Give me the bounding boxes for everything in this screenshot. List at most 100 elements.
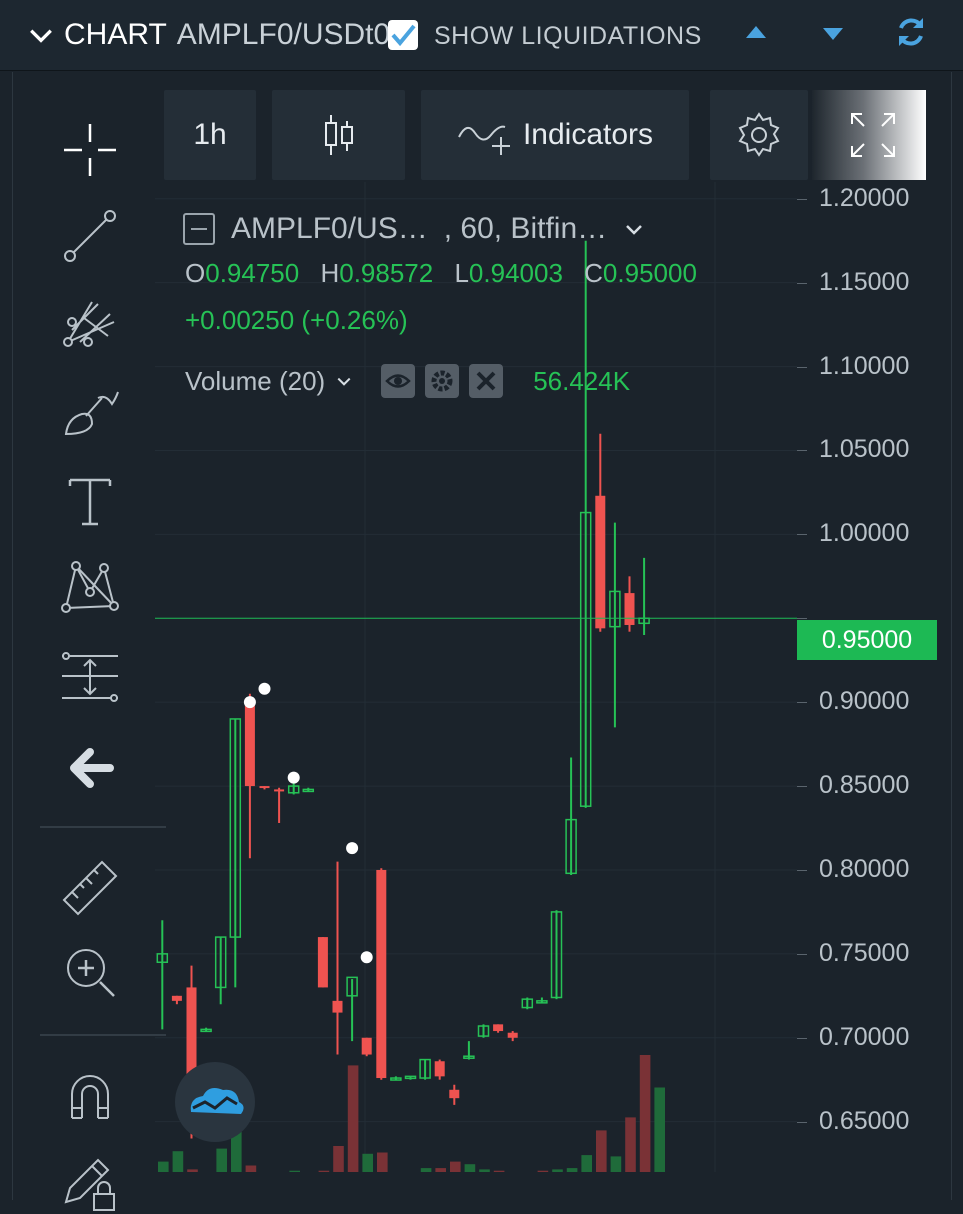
refresh-icon[interactable] bbox=[893, 14, 929, 50]
candle-body bbox=[244, 702, 255, 787]
fullscreen-button[interactable] bbox=[812, 90, 926, 180]
price-tick-label: 0.65000 bbox=[819, 1106, 910, 1135]
price-tick-label: 1.00000 bbox=[819, 519, 910, 548]
volume-bar bbox=[654, 1087, 665, 1172]
ruler-icon[interactable] bbox=[58, 854, 122, 918]
eye-icon[interactable] bbox=[381, 364, 416, 398]
low-label: L bbox=[454, 258, 469, 288]
pattern-icon[interactable] bbox=[58, 556, 122, 620]
open-label: O bbox=[185, 258, 206, 288]
move-up-icon[interactable] bbox=[746, 26, 766, 38]
indicators-button[interactable]: Indicators bbox=[421, 90, 689, 180]
series-legend[interactable]: AMPLF0/US… , 60, Bitfin… bbox=[183, 212, 645, 246]
candle-body bbox=[171, 995, 182, 1001]
show-liquidations-label: SHOW LIQUIDATIONS bbox=[434, 22, 702, 50]
price-tick-label: 1.15000 bbox=[819, 267, 910, 296]
volume-bar bbox=[552, 1169, 563, 1172]
price-tick-label: 1.05000 bbox=[819, 435, 910, 464]
volume-bar bbox=[377, 1152, 388, 1172]
chart-title[interactable]: CHART AMPLF0/USDt0 bbox=[28, 18, 390, 52]
volume-legend[interactable]: Volume (20) 56.424K bbox=[185, 364, 630, 398]
chart-title-label: CHART bbox=[64, 18, 167, 51]
volume-bar bbox=[625, 1117, 636, 1172]
volume-bar bbox=[216, 1148, 227, 1172]
chevron-down-icon[interactable] bbox=[623, 218, 645, 240]
candle-body bbox=[332, 1000, 343, 1013]
candle-body bbox=[595, 495, 606, 629]
trend-line-icon[interactable] bbox=[58, 204, 122, 268]
pencil-lock-icon[interactable] bbox=[58, 1150, 122, 1214]
price-tick-mark bbox=[797, 282, 807, 284]
volume-bar bbox=[158, 1161, 169, 1172]
check-icon bbox=[391, 24, 416, 47]
liquidation-marker bbox=[360, 951, 373, 964]
settings-button[interactable] bbox=[710, 90, 808, 180]
drawing-toolbar bbox=[14, 90, 166, 1211]
tradingview-logo[interactable] bbox=[175, 1062, 255, 1142]
volume-label: Volume (20) bbox=[185, 365, 326, 396]
high-label: H bbox=[320, 258, 340, 288]
price-tick-label: 0.70000 bbox=[819, 1022, 910, 1051]
zoom-in-icon[interactable] bbox=[58, 940, 122, 1004]
price-tick-mark bbox=[797, 953, 807, 955]
price-tick-mark bbox=[797, 198, 807, 200]
price-tick-label: 0.80000 bbox=[819, 854, 910, 883]
volume-bar bbox=[318, 1170, 330, 1172]
volume-bar bbox=[450, 1161, 461, 1172]
interval-label: 1h bbox=[193, 118, 227, 151]
price-tick-mark bbox=[797, 1121, 807, 1123]
price-tick-label: 0.75000 bbox=[819, 938, 910, 967]
fullscreen-icon bbox=[851, 113, 895, 157]
gear-icon[interactable] bbox=[425, 364, 460, 398]
volume-bar bbox=[172, 1151, 184, 1172]
volume-bar bbox=[347, 1065, 359, 1172]
candles-icon bbox=[324, 115, 353, 155]
tool-separator bbox=[40, 826, 166, 828]
volume-bar bbox=[464, 1164, 476, 1172]
price-tick-label: 1.20000 bbox=[819, 183, 910, 212]
candle-body bbox=[493, 1024, 504, 1032]
back-arrow-icon[interactable] bbox=[58, 736, 122, 800]
volume-bar bbox=[435, 1168, 446, 1172]
indicators-label: Indicators bbox=[522, 118, 654, 151]
settings-gear-icon bbox=[738, 112, 780, 157]
move-down-icon[interactable] bbox=[823, 28, 843, 40]
chevron-down-icon[interactable] bbox=[28, 22, 54, 48]
candle-body bbox=[434, 1061, 445, 1077]
price-tick-label: 1.10000 bbox=[819, 351, 910, 380]
collapse-legend-icon[interactable] bbox=[183, 213, 215, 245]
pitchfork-icon[interactable] bbox=[58, 292, 122, 356]
volume-bar bbox=[566, 1168, 578, 1172]
chevron-down-icon[interactable] bbox=[335, 372, 353, 390]
price-tick-mark bbox=[797, 786, 807, 788]
measure-arrows-icon[interactable] bbox=[58, 646, 122, 710]
chart-type-button[interactable] bbox=[272, 90, 405, 180]
show-liquidations-checkbox[interactable] bbox=[388, 20, 418, 50]
close-icon[interactable] bbox=[469, 364, 504, 398]
candle-body bbox=[507, 1032, 518, 1038]
price-tick-mark bbox=[797, 1037, 807, 1039]
open-value: 0.94750 bbox=[205, 258, 300, 288]
text-icon[interactable] bbox=[58, 468, 122, 532]
legend-symbol: AMPLF0/US… bbox=[231, 212, 428, 245]
candle-body bbox=[274, 789, 285, 792]
price-axis[interactable]: 1.20000 1.15000 1.10000 1.05000 1.00000 0.900… bbox=[797, 182, 950, 1172]
volume-bar bbox=[581, 1155, 592, 1172]
price-tick-mark bbox=[797, 534, 807, 536]
volume-bar bbox=[187, 1169, 198, 1172]
ohlc-values: O0.94750 H0.98572 L0.94003 C0.95000 bbox=[185, 258, 711, 289]
magnet-icon[interactable] bbox=[58, 1064, 122, 1128]
volume-bar bbox=[289, 1170, 300, 1172]
last-price-tag: 0.95000 bbox=[797, 620, 937, 660]
chart-header: CHART AMPLF0/USDt0 SHOW LIQUIDATIONS bbox=[0, 0, 963, 71]
brush-icon[interactable] bbox=[58, 378, 122, 442]
volume-bar bbox=[333, 1146, 344, 1172]
candle-body bbox=[376, 869, 387, 1079]
price-tick-mark bbox=[797, 702, 807, 704]
cloud-logo-icon bbox=[190, 1088, 244, 1114]
high-value: 0.98572 bbox=[339, 258, 434, 288]
crosshair-icon[interactable] bbox=[58, 118, 122, 182]
volume-bar bbox=[245, 1165, 257, 1172]
interval-button[interactable]: 1h bbox=[164, 90, 256, 180]
volume-bar bbox=[493, 1170, 505, 1172]
